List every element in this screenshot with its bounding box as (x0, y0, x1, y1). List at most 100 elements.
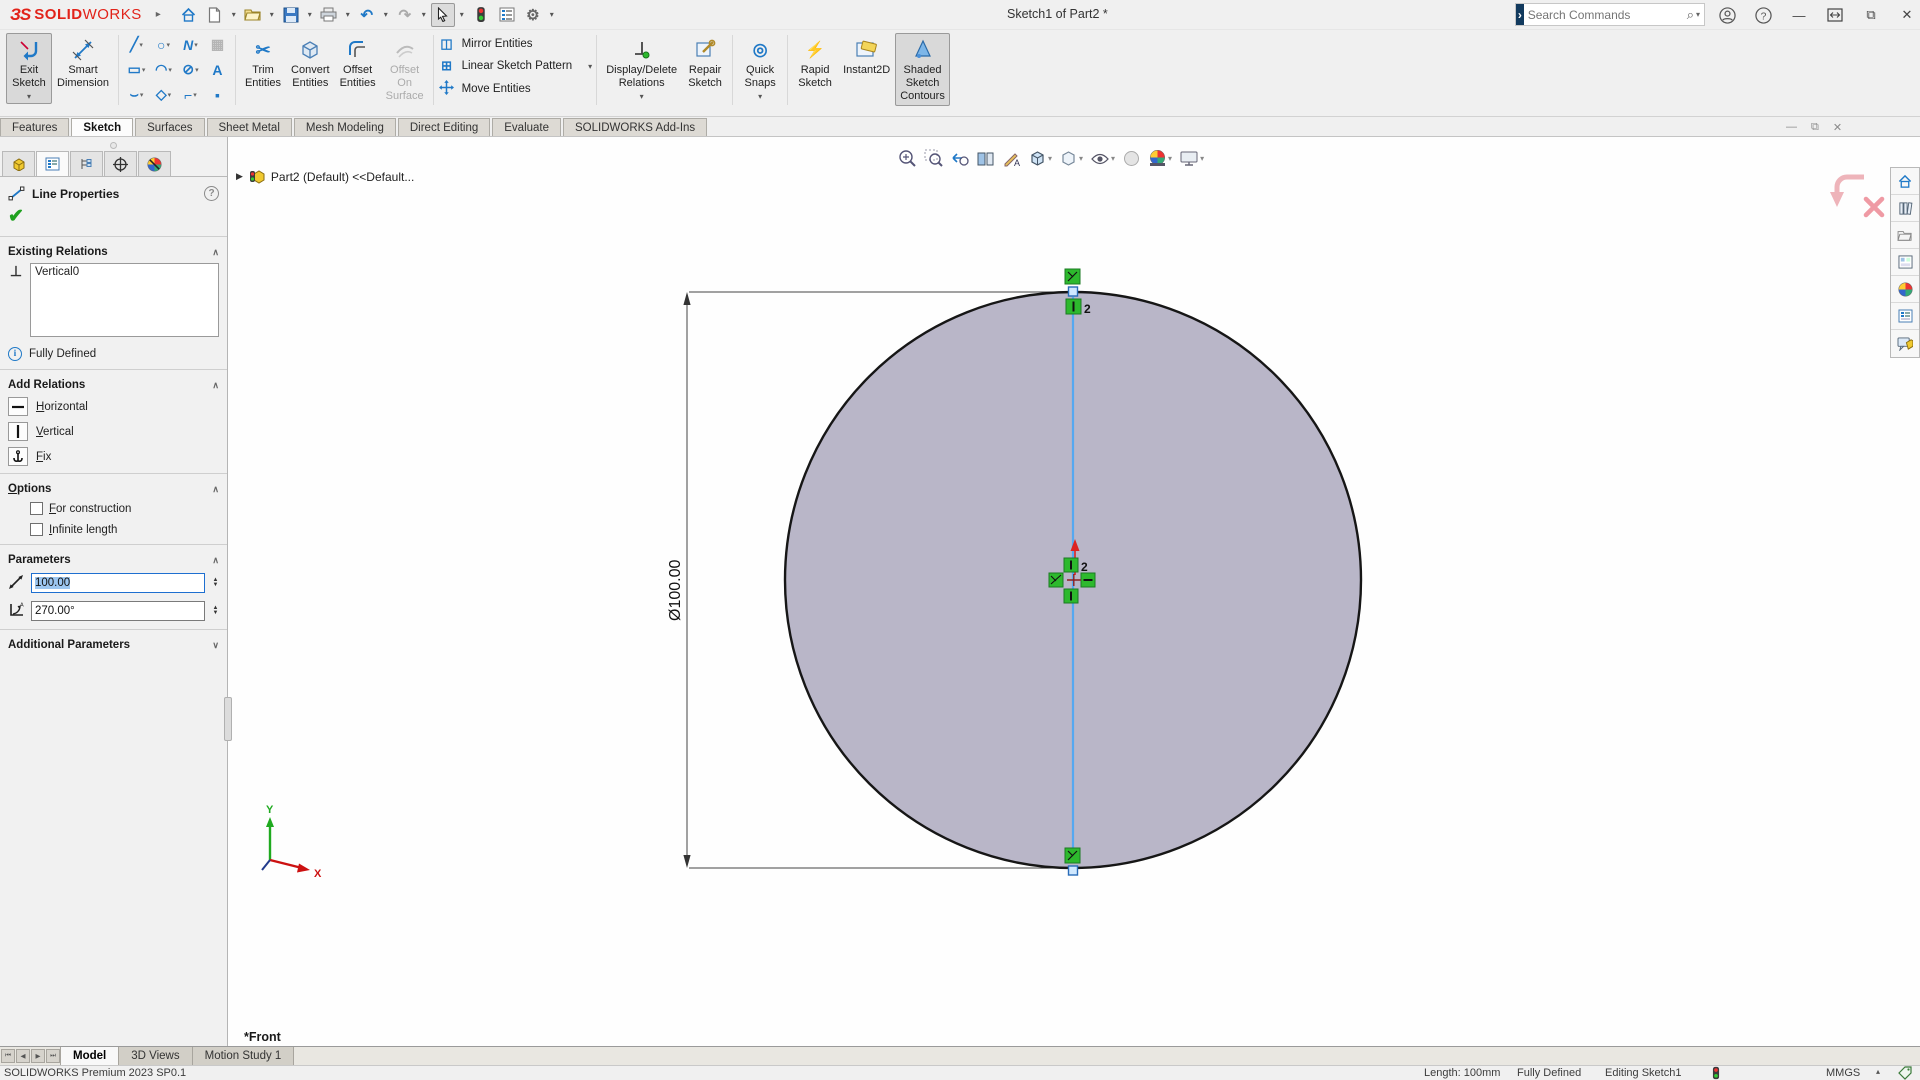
linear-sketch-pattern-button[interactable]: ⊞ Linear Sketch Pattern ▾ (438, 58, 593, 74)
slot-caret-icon[interactable]: ▾ (140, 91, 144, 99)
line-tool-button[interactable]: ╱▾ (123, 36, 150, 53)
tree-root-label[interactable]: Part2 (Default) <<Default... (271, 170, 414, 184)
apply-scene-button[interactable]: ▾ (1146, 147, 1174, 170)
point-tool-button[interactable]: ▪ (204, 87, 231, 103)
ellipse-tool-button[interactable]: ⊘▾ (177, 61, 204, 78)
doc-minimize-icon[interactable]: — (1786, 121, 1797, 134)
exit-sketch-caret-icon[interactable]: ▾ (27, 92, 31, 101)
for-construction-option[interactable]: For construction (0, 498, 227, 519)
home-button[interactable] (177, 3, 201, 27)
circle-caret-icon[interactable]: ▾ (166, 41, 170, 49)
settings-caret-icon[interactable]: ▾ (547, 10, 557, 19)
tab-features[interactable]: Features (0, 118, 69, 136)
angle-input[interactable]: 270.00° (31, 601, 205, 621)
doc-restore-icon[interactable]: ⧉ (1811, 121, 1819, 134)
tab-solidworks-addins[interactable]: SOLIDWORKS Add-Ins (563, 118, 707, 136)
tab-surfaces[interactable]: Surfaces (135, 118, 204, 136)
print-caret-icon[interactable]: ▾ (343, 10, 353, 19)
redo-button[interactable]: ↷ (393, 3, 417, 27)
spline-tool-button[interactable]: N▾ (177, 37, 204, 53)
endpoint-handle-top[interactable] (1069, 287, 1078, 296)
trim-entities-button[interactable]: ✂ Trim Entities (240, 33, 286, 93)
rapid-sketch-button[interactable]: ⚡ Rapid Sketch (792, 33, 838, 93)
circle-tool-button[interactable]: ○▾ (150, 37, 177, 53)
panel-help-icon[interactable]: ? (204, 186, 219, 201)
tab-sketch[interactable]: Sketch (71, 118, 133, 136)
tab-sheet-metal[interactable]: Sheet Metal (207, 118, 292, 136)
tab-property-manager[interactable] (36, 151, 69, 176)
spline-caret-icon[interactable]: ▾ (194, 41, 198, 49)
panel-knob[interactable] (110, 142, 117, 149)
shaded-sketch-contours-button[interactable]: Shaded Sketch Contours (895, 33, 950, 106)
additional-parameters-header[interactable]: Additional Parameters ∨ (0, 634, 227, 654)
tab-evaluate[interactable]: Evaluate (492, 118, 561, 136)
fillet-tool-button[interactable]: ⌐▾ (177, 87, 204, 103)
text-tool-button[interactable]: A (204, 62, 231, 78)
model-tab[interactable]: Model (60, 1047, 119, 1065)
ellipse-caret-icon[interactable]: ▾ (195, 66, 199, 74)
hide-show-items-button[interactable]: ▾ (1088, 149, 1117, 169)
doc-close-icon[interactable]: ✕ (1833, 121, 1842, 134)
move-entities-button[interactable]: Move Entities (438, 80, 593, 98)
collapse-chevron-icon[interactable]: ∧ (212, 555, 219, 566)
taskpane-view-palette-button[interactable] (1891, 249, 1919, 276)
cancel-sketch-icon[interactable] (1866, 199, 1882, 215)
tab-feature-manager[interactable] (2, 151, 35, 176)
menu-expand-icon[interactable]: ▸ (156, 9, 161, 20)
taskpane-home-button[interactable] (1891, 168, 1919, 195)
status-performance-icon[interactable] (1712, 1066, 1720, 1080)
endpoint-handle-bottom[interactable] (1069, 866, 1078, 875)
view-orientation-button[interactable]: ▾ (1026, 147, 1054, 170)
tab-display-manager[interactable] (138, 151, 171, 176)
next-tab-button[interactable]: ▶ (31, 1049, 45, 1063)
parameters-header[interactable]: Parameters ∧ (0, 549, 227, 569)
accept-sketch-arrow-icon[interactable] (1837, 177, 1864, 194)
graphics-area[interactable]: Ø100.00 2 2 (228, 137, 1920, 1046)
restore-button[interactable]: ⧉ (1856, 2, 1886, 28)
relation-item[interactable]: Vertical0 (35, 266, 214, 278)
apply-scene-caret-icon[interactable]: ▾ (1168, 154, 1172, 163)
instant2d-button[interactable]: Instant2D (838, 33, 895, 80)
panel-splitter-handle[interactable] (224, 697, 232, 741)
arc-caret-icon[interactable]: ▾ (168, 66, 172, 74)
save-caret-icon[interactable]: ▾ (305, 10, 315, 19)
print-button[interactable] (317, 3, 341, 27)
units-selector[interactable]: MMGS (1826, 1067, 1860, 1079)
settings-button[interactable]: ⚙ (521, 3, 545, 27)
motion-study-tab[interactable]: Motion Study 1 (193, 1047, 295, 1065)
sketch-plane-button[interactable]: ▦ (204, 36, 231, 53)
select-tool-button[interactable] (431, 3, 455, 27)
search-caret-icon[interactable]: ▾ (1696, 10, 1700, 19)
expand-chevron-icon[interactable]: ∨ (212, 640, 219, 651)
first-tab-button[interactable]: ⏮ (1, 1049, 15, 1063)
prev-tab-button[interactable]: ◀ (16, 1049, 30, 1063)
quick-snaps-button[interactable]: ◎ Quick Snaps ▾ (737, 33, 783, 104)
rectangle-caret-icon[interactable]: ▾ (142, 66, 146, 74)
display-style-button[interactable]: ▾ (1057, 147, 1085, 170)
undo-caret-icon[interactable]: ▾ (381, 10, 391, 19)
mirror-entities-button[interactable]: ◫ Mirror Entities (438, 36, 593, 52)
hide-show-caret-icon[interactable]: ▾ (1111, 154, 1115, 163)
user-account-button[interactable] (1712, 2, 1742, 28)
collapse-chevron-icon[interactable]: ∧ (212, 247, 219, 258)
previous-view-button[interactable] (948, 147, 971, 170)
save-button[interactable] (279, 3, 303, 27)
angle-spinner[interactable]: ▲▼ (210, 606, 221, 616)
tree-expand-icon[interactable]: ▶ (236, 171, 243, 182)
open-caret-icon[interactable]: ▾ (267, 10, 277, 19)
help-button[interactable]: ? (1748, 2, 1778, 28)
performance-button[interactable] (469, 3, 493, 27)
section-view-button[interactable] (974, 147, 997, 170)
tab-configuration-manager[interactable] (70, 151, 103, 176)
options-header[interactable]: Options ∧ (0, 478, 227, 498)
edit-appearance-button[interactable] (1120, 147, 1143, 170)
search-commands[interactable]: › ⌕ ▾ (1515, 3, 1705, 26)
length-spinner[interactable]: ▲▼ (210, 578, 221, 588)
tag-icon[interactable] (1898, 1066, 1913, 1080)
polygon-tool-button[interactable]: ◇▾ (150, 86, 177, 103)
close-button[interactable]: ✕ (1892, 2, 1920, 28)
view-settings-button[interactable]: ▾ (1177, 148, 1206, 169)
annotation-view-button[interactable]: A (1000, 147, 1023, 170)
line-caret-icon[interactable]: ▾ (139, 41, 143, 49)
new-caret-icon[interactable]: ▾ (229, 10, 239, 19)
